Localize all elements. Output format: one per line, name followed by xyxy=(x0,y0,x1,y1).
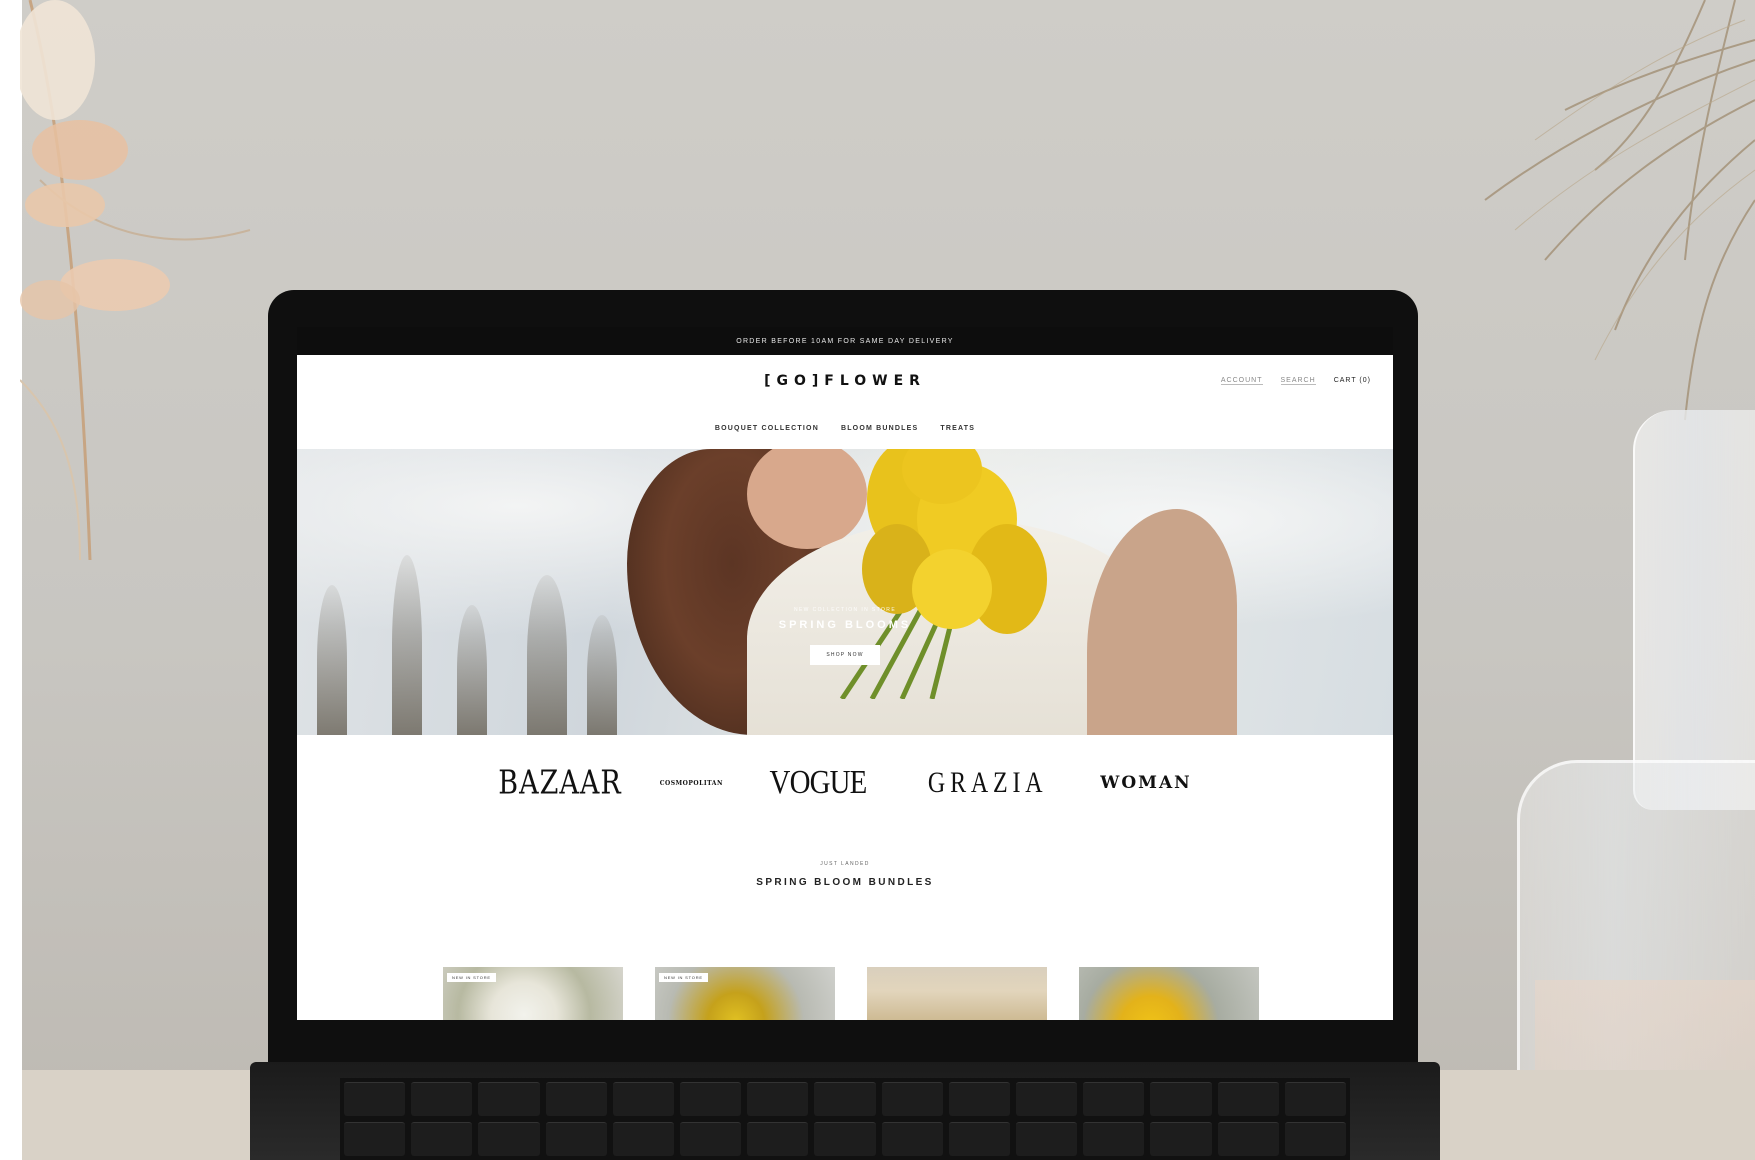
key xyxy=(680,1122,742,1156)
hero-banner: NEW COLLECTION IN STORE SPRING BLOOMS SH… xyxy=(297,449,1393,735)
key xyxy=(545,1122,607,1156)
product-badge: NEW IN STORE xyxy=(659,973,708,982)
key xyxy=(814,1082,876,1116)
product-card[interactable] xyxy=(867,967,1047,1020)
account-link[interactable]: ACCOUNT xyxy=(1220,377,1263,385)
section-kicker: JUST LANDED xyxy=(820,861,870,867)
press-logo-woman: WOMAN xyxy=(1100,773,1192,793)
key xyxy=(411,1082,473,1116)
nav-bouquet-collection[interactable]: BOUQUET COLLECTION xyxy=(715,425,819,432)
section-header: JUST LANDED SPRING BLOOM BUNDLES xyxy=(297,861,1393,888)
press-logo-bazaar: BAZAAR xyxy=(498,764,622,802)
key xyxy=(1217,1122,1279,1156)
key xyxy=(478,1082,540,1116)
glass-vase xyxy=(1633,410,1755,810)
key xyxy=(1284,1122,1346,1156)
main-nav: BOUQUET COLLECTION BLOOM BUNDLES TREATS xyxy=(297,407,1393,449)
photo-border xyxy=(0,0,22,1160)
hero-subtitle: NEW COLLECTION IN STORE xyxy=(793,607,897,613)
press-logo-vogue: VOGUE xyxy=(769,764,868,801)
section-title: SPRING BLOOM BUNDLES xyxy=(756,877,934,888)
nav-bloom-bundles[interactable]: BLOOM BUNDLES xyxy=(841,425,918,432)
key xyxy=(747,1082,809,1116)
shop-now-button[interactable]: SHOP NOW xyxy=(810,645,880,665)
website-screen: ORDER BEFORE 10AM FOR SAME DAY DELIVERY … xyxy=(297,327,1393,1020)
key xyxy=(814,1122,876,1156)
product-grid: NEW IN STORE NEW IN STORE xyxy=(443,967,1259,1020)
key xyxy=(948,1122,1010,1156)
key xyxy=(478,1122,540,1156)
key xyxy=(680,1082,742,1116)
key xyxy=(1150,1082,1212,1116)
key xyxy=(1016,1122,1078,1156)
dried-flowers-left xyxy=(20,0,251,560)
keyboard xyxy=(340,1078,1350,1160)
key xyxy=(747,1122,809,1156)
search-link[interactable]: SEARCH xyxy=(1280,377,1316,385)
hero-text: NEW COLLECTION IN STORE SPRING BLOOMS SH… xyxy=(297,607,1393,665)
site-logo[interactable]: [GO]FLOWER xyxy=(764,373,926,389)
key xyxy=(881,1082,943,1116)
key xyxy=(881,1122,943,1156)
site-header: [GO]FLOWER ACCOUNT SEARCH CART (0) xyxy=(297,355,1393,407)
product-card[interactable]: NEW IN STORE xyxy=(443,967,623,1020)
key xyxy=(1016,1082,1078,1116)
key xyxy=(344,1122,406,1156)
nav-treats[interactable]: TREATS xyxy=(940,425,975,432)
product-badge: NEW IN STORE xyxy=(447,973,496,982)
press-logo-grazia: GRAZIA xyxy=(927,766,1048,799)
key xyxy=(1083,1122,1145,1156)
press-logo-cosmopolitan: COSMOPOLITAN xyxy=(659,779,723,787)
key xyxy=(612,1122,674,1156)
photo-scene: ORDER BEFORE 10AM FOR SAME DAY DELIVERY … xyxy=(0,0,1755,1160)
key xyxy=(411,1122,473,1156)
key xyxy=(1284,1082,1346,1116)
promo-bar: ORDER BEFORE 10AM FOR SAME DAY DELIVERY xyxy=(297,327,1393,355)
key xyxy=(1083,1082,1145,1116)
hero-title: SPRING BLOOMS xyxy=(778,619,912,631)
key xyxy=(1150,1122,1212,1156)
header-links: ACCOUNT SEARCH CART (0) xyxy=(1220,377,1371,385)
press-logos: BAZAAR COSMOPOLITAN VOGUE GRAZIA WOMAN xyxy=(297,735,1393,831)
key xyxy=(344,1082,406,1116)
key xyxy=(545,1082,607,1116)
product-card[interactable] xyxy=(1079,967,1259,1020)
cart-link[interactable]: CART (0) xyxy=(1334,377,1371,385)
key xyxy=(948,1082,1010,1116)
key xyxy=(1217,1082,1279,1116)
key xyxy=(612,1082,674,1116)
product-card[interactable]: NEW IN STORE xyxy=(655,967,835,1020)
